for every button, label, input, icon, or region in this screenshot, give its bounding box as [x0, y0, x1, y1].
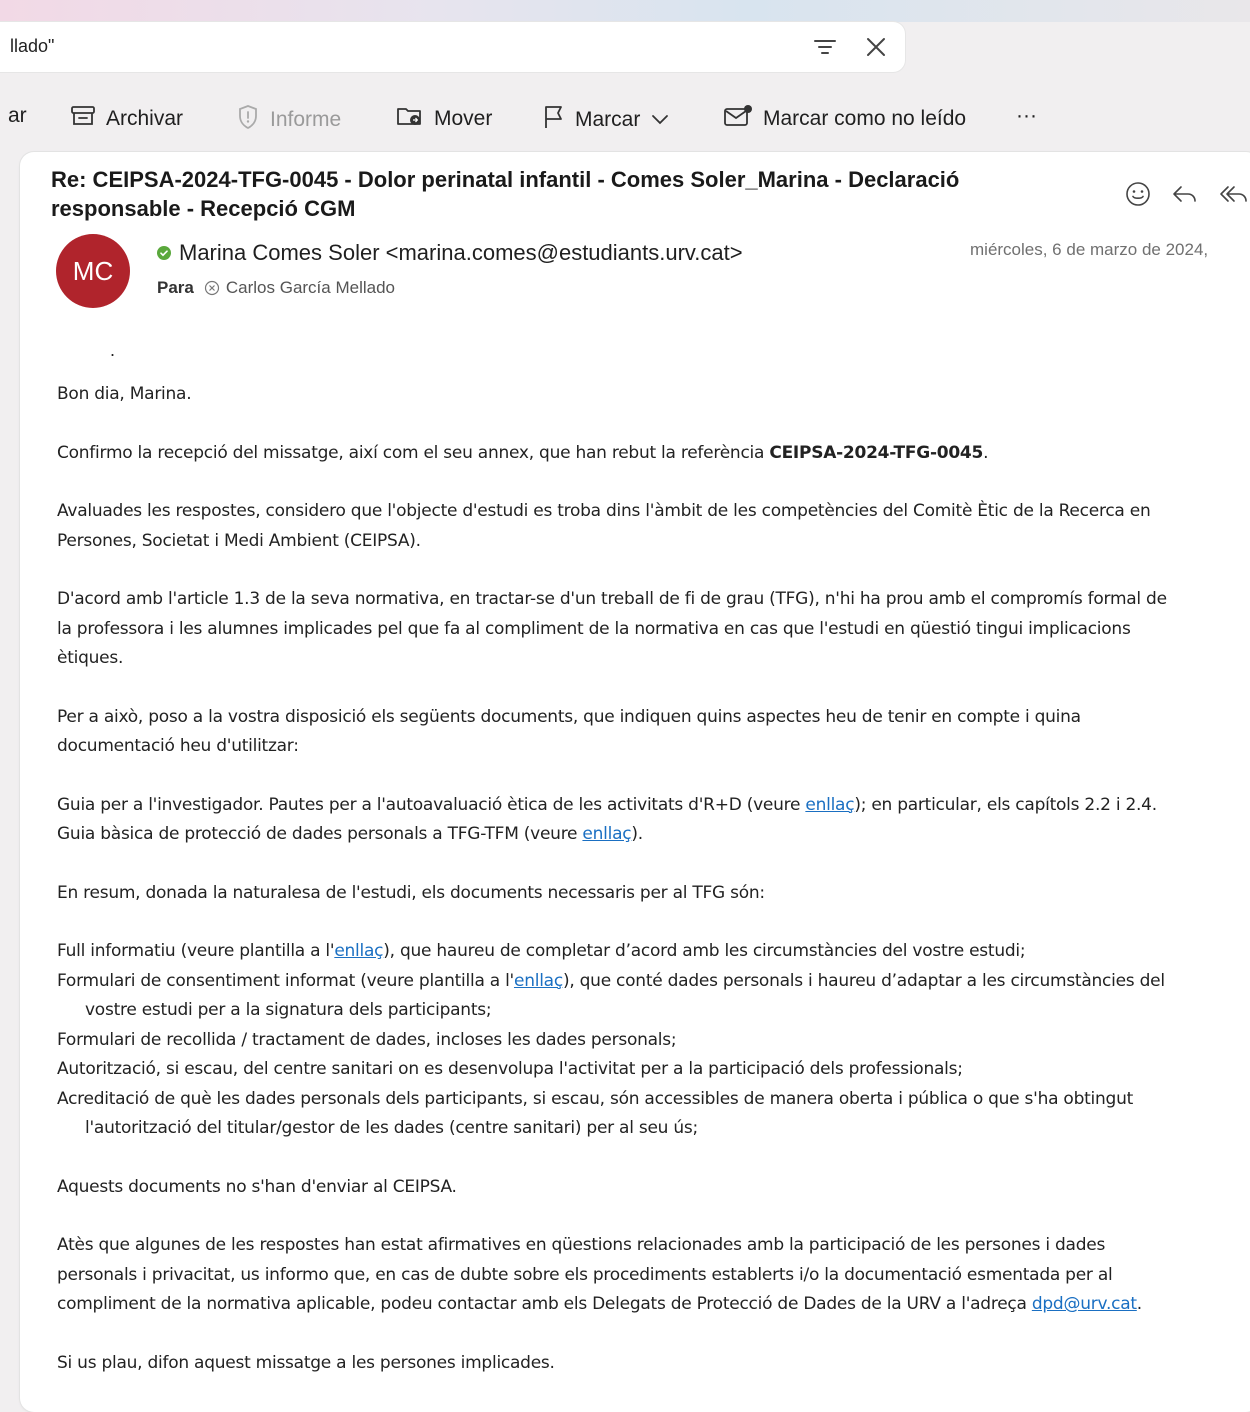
greeting: Bon dia, Marina. — [57, 384, 192, 404]
dpd-email-link[interactable]: dpd@urv.cat — [1032, 1294, 1137, 1314]
move-label: Mover — [434, 107, 493, 130]
sender-avatar[interactable]: MC — [56, 234, 130, 308]
search-bar[interactable]: llado" — [0, 22, 905, 72]
guide-item-2: Guia bàsica de protecció de dades person… — [57, 824, 643, 844]
message-toolbar: ar Archivar Informe Mover Marcar Marcar … — [0, 96, 1250, 140]
message-actions — [1124, 180, 1248, 208]
recipient-name: Carlos García Mellado — [225, 278, 395, 297]
message-body: Bon dia, Marina. Confirmo la recepció de… — [57, 330, 1250, 1378]
recipients-line: Para Carlos García Mellado — [157, 278, 395, 298]
reply-all-icon[interactable] — [1218, 180, 1248, 208]
subject-line-2: responsable - Recepció CGM — [51, 196, 356, 221]
search-query[interactable]: llado" — [10, 36, 54, 57]
mark-unread-label: Marcar como no leído — [763, 107, 967, 130]
doc-item-1: Full informatiu (veure plantilla a l'enl… — [57, 941, 1026, 961]
envelope-unread-icon — [723, 104, 753, 134]
guide-2-link[interactable]: enllaç — [582, 824, 631, 844]
more-icon: ··· — [1016, 104, 1037, 127]
to-label: Para — [157, 278, 194, 297]
flag-icon — [543, 104, 565, 136]
presence-available-icon — [157, 246, 171, 260]
paragraph-article-line2: la professora i les alumnes implicades p… — [57, 618, 1131, 639]
window-top-strip — [0, 0, 1250, 22]
sender-name[interactable]: Marina Comes Soler <marina.comes@estudia… — [179, 240, 743, 266]
paragraph-dpd-line2: personals i privacitat, us informo que, … — [57, 1264, 1113, 1285]
guide-item-1: Guia per a l'investigador. Pautes per a … — [57, 794, 1157, 815]
not-send-note: Aquests documents no s'han d'enviar al C… — [57, 1176, 457, 1197]
shield-icon — [236, 104, 260, 136]
recipient-chip[interactable]: Carlos García Mellado — [204, 278, 395, 298]
archive-label: Archivar — [106, 107, 184, 130]
doc-item-2: Formulari de consentiment informat (veur… — [57, 970, 1165, 991]
doc-item-2-cont: vostre estudi per a la signatura dels pa… — [85, 1000, 492, 1020]
doc-item-3: Formulari de recollida / tractament de d… — [57, 1029, 677, 1050]
doc-2-link[interactable]: enllaç — [514, 971, 563, 991]
report-label: Informe — [270, 108, 342, 131]
doc-item-5: Acreditació de què les dades personals d… — [57, 1088, 1134, 1109]
paragraph-evaluation-line2: Persones, Societat i Medi Ambient (CEIPS… — [57, 530, 421, 551]
summary: En resum, donada la naturalesa de l'estu… — [57, 882, 765, 903]
guide-1-link[interactable]: enllaç — [805, 795, 854, 815]
closing: Si us plau, difon aquest missatge a les … — [57, 1352, 555, 1373]
flag-label: Marcar — [575, 108, 641, 131]
paragraph-documents-line2: documentació heu d'utilitzar: — [57, 736, 299, 756]
emoji-reaction-icon[interactable] — [1124, 180, 1152, 208]
flag-button[interactable]: Marcar — [543, 104, 670, 136]
archive-button[interactable]: Archivar — [70, 104, 183, 134]
archive-icon — [70, 104, 96, 134]
paragraph-article-line1: D'acord amb l'article 1.3 de la seva nor… — [57, 589, 1167, 609]
paragraph-receipt: Confirmo la recepció del missatge, així … — [57, 442, 989, 463]
doc-item-5-cont: l'autorització del titular/gestor de les… — [85, 1118, 698, 1138]
paragraph-documents-line1: Per a això, poso a la vostra disposició … — [57, 706, 1081, 727]
filter-icon[interactable] — [812, 36, 838, 58]
paragraph-evaluation-line1: Avaluades les respostes, considero que l… — [57, 501, 1151, 521]
doc-1-link[interactable]: enllaç — [334, 941, 383, 961]
report-button[interactable]: Informe — [236, 104, 341, 136]
subject-line-1: Re: CEIPSA-2024-TFG-0045 - Dolor perinat… — [51, 167, 960, 192]
mark-unread-button[interactable]: Marcar como no leído — [723, 104, 966, 134]
message-subject: Re: CEIPSA-2024-TFG-0045 - Dolor perinat… — [51, 165, 1051, 223]
sender-line: Marina Comes Soler <marina.comes@estudia… — [157, 240, 743, 266]
close-icon[interactable] — [862, 33, 890, 61]
move-folder-icon — [396, 104, 424, 134]
reference-code: CEIPSA-2024-TFG-0045 — [769, 442, 984, 463]
paragraph-dpd-line1: Atès que algunes de les respostes han es… — [57, 1235, 1106, 1255]
move-button[interactable]: Mover — [396, 104, 492, 134]
toolbar-cut-label: ar — [8, 104, 27, 127]
more-options-button[interactable]: ··· — [1016, 104, 1037, 128]
recipient-status-icon — [204, 280, 219, 296]
reply-icon[interactable] — [1170, 180, 1200, 208]
message-date: miércoles, 6 de marzo de 2024, — [970, 240, 1209, 259]
toolbar-cut-item[interactable]: ar — [8, 104, 27, 128]
chevron-down-icon[interactable] — [650, 108, 670, 132]
paragraph-article-line3: ètiques. — [57, 648, 124, 668]
paragraph-dpd-line3: compliment de la normativa aplicable, po… — [57, 1294, 1142, 1314]
doc-item-4: Autorització, si escau, del centre sanit… — [57, 1059, 963, 1079]
